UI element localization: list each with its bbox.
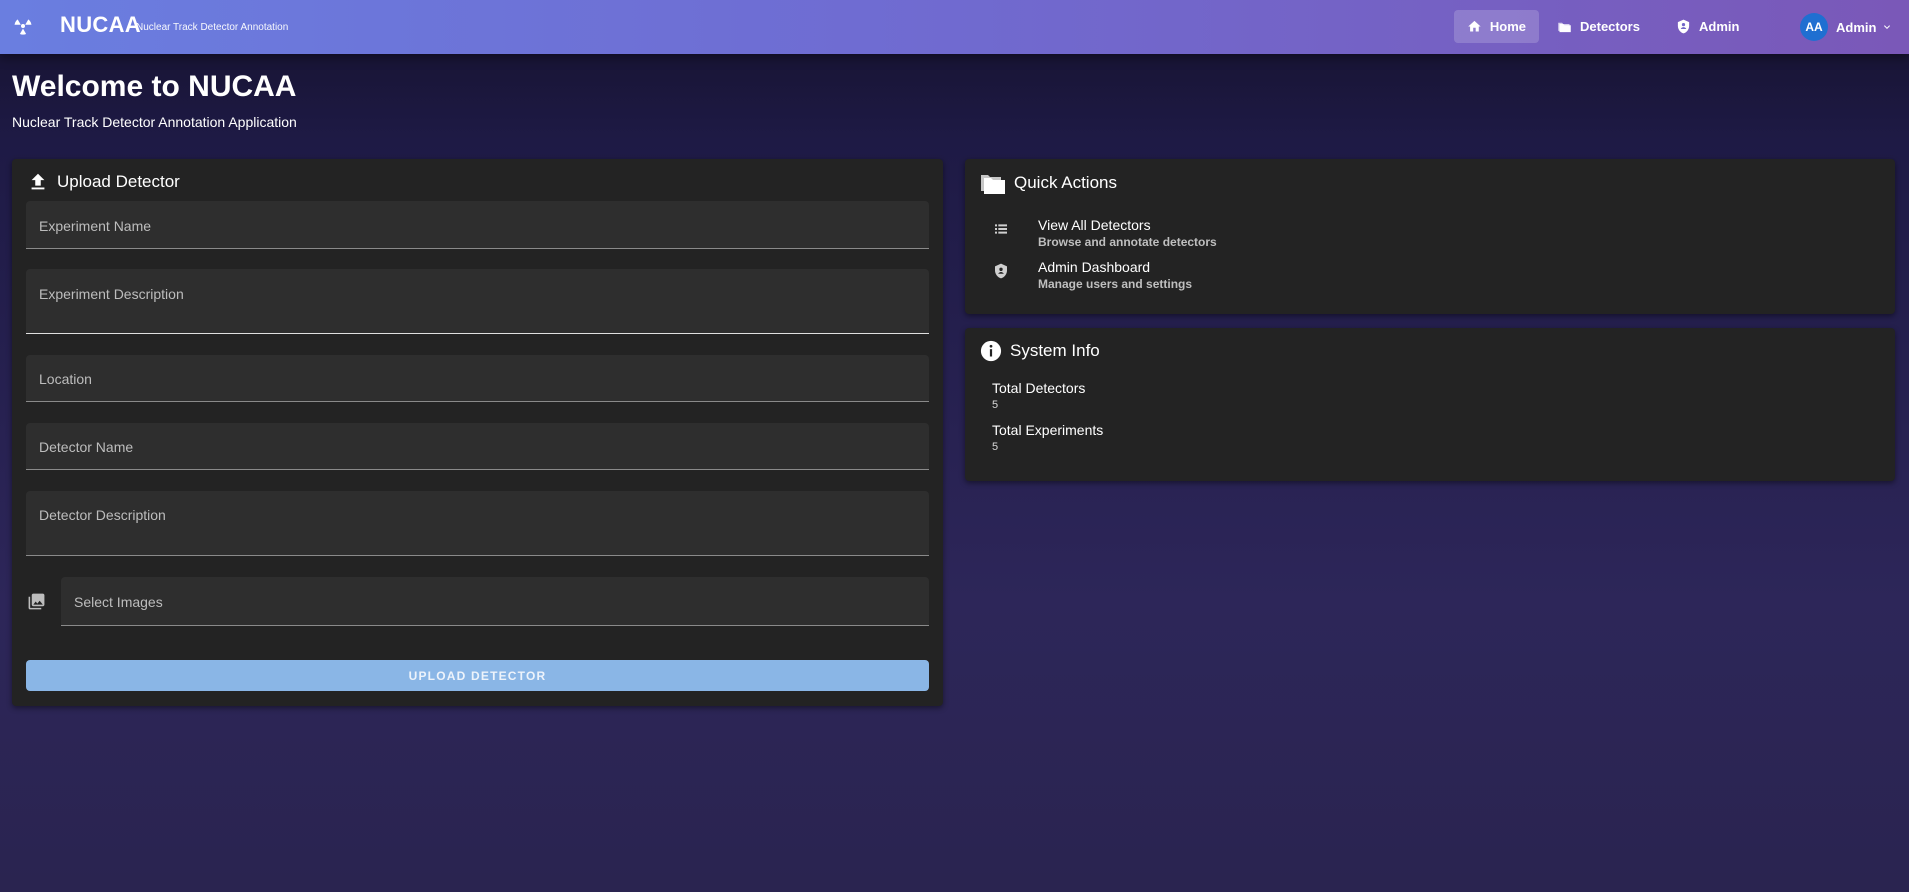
nav-admin-label: Admin [1699,19,1740,34]
total-experiments-value: 5 [992,441,999,453]
admin-dashboard-action[interactable]: Admin Dashboard Manage users and setting… [965,253,1895,293]
experiment-description-field[interactable]: Experiment Description [26,269,929,334]
folder-icon [1558,22,1571,33]
upload-detector-title: Upload Detector [57,172,180,191]
upload-detector-header: Upload Detector [27,171,180,193]
admin-dashboard-subtitle: Manage users and settings [1038,277,1193,291]
page-title: Welcome to NUCAA [12,70,297,103]
brand-title[interactable]: NUCAA [60,12,141,38]
system-info-header: System Info [980,340,1100,362]
select-images-label: Select Images [74,594,163,610]
select-images-field[interactable]: Select Images [61,577,929,626]
radiation-icon [14,19,32,35]
detector-name-label: Detector Name [39,439,134,455]
view-all-detectors-action[interactable]: View All Detectors Browse and annotate d… [965,211,1895,251]
image-library-icon[interactable] [27,592,46,611]
location-label: Location [39,371,92,387]
upload-icon [31,173,45,190]
system-info-card: System Info Total Detectors 5 Total Expe… [965,328,1895,481]
detector-name-field[interactable]: Detector Name [26,423,929,470]
chevron-down-icon [1884,25,1891,29]
total-detectors-label: Total Detectors [992,380,1086,396]
experiment-name-label: Experiment Name [39,218,152,234]
nav-admin-button[interactable]: Admin [1663,10,1752,43]
list-icon [995,224,1007,234]
quick-actions-header: Quick Actions [980,171,1117,195]
experiment-name-field[interactable]: Experiment Name [26,201,929,249]
user-menu-button[interactable]: AA Admin [1800,12,1893,42]
page-subtitle: Nuclear Track Detector Annotation Applic… [12,114,297,130]
upload-detector-button[interactable]: UPLOAD DETECTOR [26,660,929,691]
user-name: Admin [1836,19,1877,35]
brand-subtitle: Nuclear Track Detector Annotation [136,22,289,33]
folder-icon [981,175,1005,194]
upload-detector-card: Upload Detector Experiment Name Experime… [12,159,943,706]
quick-actions-card: Quick Actions View All Detectors Browse … [965,159,1895,314]
detector-description-label: Detector Description [39,507,166,523]
view-all-detectors-subtitle: Browse and annotate detectors [1038,235,1217,249]
shield-icon [995,263,1007,279]
admin-shield-icon [1677,19,1690,34]
total-experiments-label: Total Experiments [992,422,1104,438]
experiment-description-label: Experiment Description [39,286,184,302]
location-field[interactable]: Location [26,355,929,402]
system-info-title: System Info [1010,341,1100,360]
nav-detectors-label: Detectors [1580,19,1640,34]
detector-description-field[interactable]: Detector Description [26,491,929,556]
info-icon [980,340,1002,362]
total-detectors-value: 5 [992,399,999,411]
app-bar: NUCAA Nuclear Track Detector Annotation … [0,0,1909,54]
total-detectors-stat: Total Detectors 5 [992,380,1085,411]
quick-actions-title: Quick Actions [1014,173,1117,192]
avatar: AA [1800,13,1828,41]
total-experiments-stat: Total Experiments 5 [992,422,1103,453]
home-icon [1468,20,1481,32]
nav-detectors-button[interactable]: Detectors [1544,10,1653,43]
nav-home-label: Home [1489,19,1526,34]
nav-home-button[interactable]: Home [1454,10,1539,43]
view-all-detectors-title: View All Detectors [1038,217,1151,233]
admin-dashboard-title: Admin Dashboard [1038,259,1151,275]
